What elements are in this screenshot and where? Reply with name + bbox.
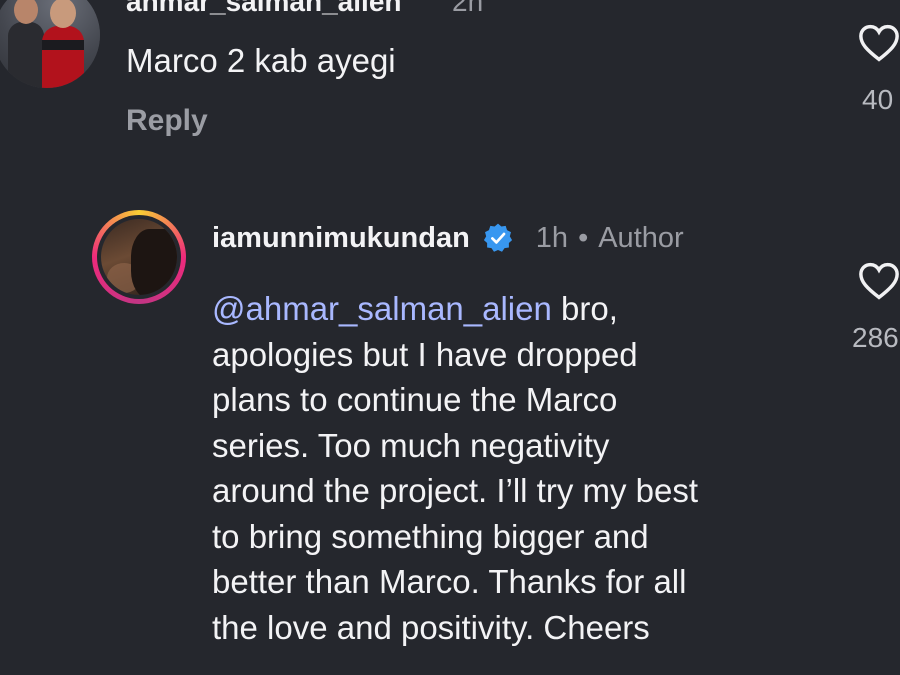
reply-timestamp: 1h — [535, 221, 569, 254]
comments-screen: ahmar_salman_alien 2h Marco 2 kab ayegi … — [0, 0, 900, 675]
avatar-figure-left — [8, 22, 44, 88]
commenter-avatar[interactable] — [0, 0, 100, 88]
reply-text-line: around the project. I’ll try my best — [212, 472, 699, 509]
avatar-ring-gap — [97, 215, 181, 299]
reply-text-line: @ahmar_salman_alien bro, — [212, 286, 812, 332]
reply-like-count: 286 — [852, 322, 899, 353]
comment-timestamp: 2h — [452, 0, 484, 17]
reply-text: @ahmar_salman_alien bro, apologies but I… — [212, 286, 812, 650]
reply-text-line: plans to continue the Marco — [212, 381, 618, 418]
mention-link[interactable]: @ahmar_salman_alien — [212, 290, 552, 327]
avatar-jersey-stripe — [42, 40, 84, 50]
reply-header: iamunnimukundan 1h • Author — [212, 218, 684, 258]
author-avatar-story-ring[interactable] — [92, 210, 186, 304]
reply-text-line: better than Marco. Thanks for all — [212, 563, 687, 600]
reply-text-line: series. Too much negativity — [212, 426, 610, 464]
author-username[interactable]: iamunnimukundan — [212, 222, 470, 255]
reply-text-line: the love and positivity. Cheers — [212, 608, 650, 646]
reply-text-line: apologies but I have dropped — [212, 335, 638, 373]
reply-text-segment: bro, — [551, 290, 618, 327]
comment-like-count: 40 — [862, 84, 894, 115]
author-avatar — [101, 219, 177, 295]
commenter-username[interactable]: ahmar_salman_alien — [126, 0, 402, 18]
author-badge-label: Author — [598, 221, 684, 254]
reply-button[interactable]: Reply — [126, 104, 208, 138]
heart-outline-icon[interactable] — [858, 262, 900, 300]
verified-badge-icon — [483, 223, 512, 252]
avatar-shadow — [131, 229, 177, 295]
heart-outline-icon[interactable] — [858, 24, 900, 62]
avatar-figure-right — [42, 26, 84, 88]
header-separator: • — [578, 221, 589, 254]
reply-text-line: to bring something bigger and — [212, 517, 649, 555]
comment-text: Marco 2 kab ayegi — [126, 42, 396, 79]
